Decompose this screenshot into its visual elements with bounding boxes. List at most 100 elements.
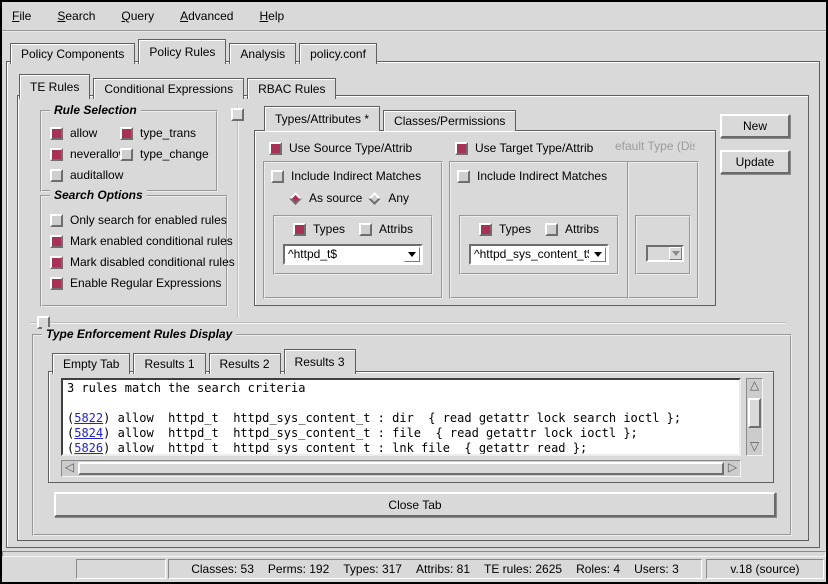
source-types-label: Types bbox=[313, 222, 345, 236]
target-combo-value[interactable]: ^httpd_sys_content_t$ bbox=[471, 246, 589, 263]
tab-conditional-expressions[interactable]: Conditional Expressions bbox=[93, 78, 244, 99]
checkbox-only-enabled-rules[interactable]: Only search for enabled rules bbox=[50, 213, 235, 227]
source-combo-value[interactable]: ^httpd_t$ bbox=[285, 246, 403, 263]
menu-advanced[interactable]: Advanced bbox=[180, 9, 233, 23]
only-enabled-checkbox-indicator[interactable] bbox=[50, 214, 63, 227]
source-types-frame: Types Attribs ^httpd_t$ bbox=[273, 215, 433, 275]
radio-any[interactable]: Any bbox=[368, 191, 409, 205]
checkbox-mark-disabled-conditional[interactable]: Mark disabled conditional rules bbox=[50, 255, 235, 269]
tab-results-2[interactable]: Results 2 bbox=[209, 353, 281, 374]
neverallow-checkbox-indicator[interactable] bbox=[50, 148, 63, 161]
dropdown-arrow-icon bbox=[408, 252, 416, 257]
dropdown-arrow-icon bbox=[594, 252, 602, 257]
use-target-checkbox-indicator[interactable] bbox=[455, 142, 468, 155]
target-attribs-checkbox-indicator[interactable] bbox=[545, 223, 558, 236]
source-types-checkbox[interactable]: Types bbox=[293, 222, 345, 236]
menu-query-mnemonic: Q bbox=[121, 9, 130, 23]
target-indirect-checkbox-indicator[interactable] bbox=[457, 170, 470, 183]
default-type-combobox-disabled bbox=[646, 245, 684, 262]
target-types-checkbox-indicator[interactable] bbox=[479, 223, 492, 236]
use-source-checkbox[interactable]: Use Source Type/Attrib bbox=[269, 139, 443, 157]
horizontal-scrollbar-thumb[interactable] bbox=[78, 462, 724, 475]
menu-bar: File Search Query Advanced Help bbox=[2, 2, 826, 32]
horizontal-sash[interactable] bbox=[30, 322, 786, 324]
vertical-sash[interactable] bbox=[237, 106, 239, 318]
source-indirect-checkbox[interactable]: Include Indirect Matches bbox=[271, 169, 441, 183]
tab-te-rules[interactable]: TE Rules bbox=[19, 74, 90, 99]
default-type-inner-frame bbox=[635, 215, 691, 275]
radio-as-source[interactable]: As source bbox=[289, 191, 362, 205]
tab-rbac-rules[interactable]: RBAC Rules bbox=[247, 78, 336, 99]
enable-regex-checkbox-indicator[interactable] bbox=[50, 277, 63, 290]
rule-line: (5822) allow httpd_t httpd_sys_content_t… bbox=[67, 411, 735, 426]
scroll-up-icon[interactable]: △ bbox=[747, 379, 762, 394]
allow-label: allow bbox=[70, 126, 97, 140]
target-combo-dropdown-button[interactable] bbox=[590, 247, 606, 262]
status-attribs: Attribs: 81 bbox=[416, 562, 470, 576]
checkbox-type-trans[interactable]: type_trans bbox=[120, 126, 196, 140]
use-target-checkbox[interactable]: Use Target Type/Attrib bbox=[455, 139, 629, 157]
te-rules-display-title: Type Enforcement Rules Display bbox=[42, 327, 236, 341]
rule-number-link[interactable]: 5822 bbox=[74, 411, 103, 425]
type-change-label: type_change bbox=[140, 147, 209, 161]
tab-analysis[interactable]: Analysis bbox=[229, 43, 296, 64]
source-indirect-checkbox-indicator[interactable] bbox=[271, 170, 284, 183]
type-trans-checkbox-indicator[interactable] bbox=[120, 127, 133, 140]
menu-search[interactable]: Search bbox=[57, 9, 95, 23]
source-combo-dropdown-button[interactable] bbox=[404, 247, 420, 262]
type-change-checkbox-indicator[interactable] bbox=[120, 148, 133, 161]
checkbox-auditallow[interactable]: auditallow bbox=[50, 168, 123, 182]
checkbox-enable-regex[interactable]: Enable Regular Expressions bbox=[50, 276, 235, 290]
scroll-left-icon[interactable]: ◁ bbox=[62, 461, 77, 476]
any-radio-indicator[interactable] bbox=[368, 192, 381, 205]
tab-classes-permissions[interactable]: Classes/Permissions bbox=[383, 110, 516, 131]
vertical-scrollbar-thumb[interactable] bbox=[748, 398, 761, 428]
results-textarea[interactable]: 3 rules match the search criteria (5822)… bbox=[61, 378, 741, 456]
checkbox-mark-enabled-conditional[interactable]: Mark enabled conditional rules bbox=[50, 234, 235, 248]
tab-types-attributes[interactable]: Types/Attributes * bbox=[264, 106, 380, 131]
horizontal-scrollbar[interactable]: ◁ ▷ bbox=[61, 460, 741, 477]
mark-disabled-checkbox-indicator[interactable] bbox=[50, 256, 63, 269]
close-tab-button[interactable]: Close Tab bbox=[54, 492, 776, 517]
default-type-panel: efault Type (Disa bbox=[627, 139, 699, 299]
menu-query[interactable]: Query bbox=[121, 9, 154, 23]
neverallow-label: neverallow bbox=[70, 147, 127, 161]
tab-policy-conf[interactable]: policy.conf bbox=[299, 43, 377, 64]
source-attribs-checkbox-indicator[interactable] bbox=[359, 223, 372, 236]
mark-enabled-checkbox-indicator[interactable] bbox=[50, 235, 63, 248]
menu-file[interactable]: File bbox=[12, 9, 31, 23]
status-te-rules: TE rules: 2625 bbox=[484, 562, 562, 576]
rule-number-link[interactable]: 5824 bbox=[74, 426, 103, 440]
target-types-checkbox[interactable]: Types bbox=[479, 222, 531, 236]
vertical-scrollbar[interactable]: △ ▽ bbox=[746, 378, 763, 456]
checkbox-type-change[interactable]: type_change bbox=[120, 147, 209, 161]
checkbox-neverallow[interactable]: neverallow bbox=[50, 147, 127, 161]
menu-help[interactable]: Help bbox=[259, 9, 284, 23]
scroll-right-icon[interactable]: ▷ bbox=[725, 461, 740, 476]
menu-help-label: elp bbox=[268, 9, 284, 23]
vertical-sash-grip[interactable] bbox=[231, 108, 244, 121]
update-button[interactable]: Update bbox=[720, 150, 790, 174]
scroll-down-icon[interactable]: ▽ bbox=[747, 440, 762, 455]
tab-results-3[interactable]: Results 3 bbox=[284, 349, 356, 374]
as-source-radio-indicator[interactable] bbox=[289, 192, 302, 205]
tab-policy-rules[interactable]: Policy Rules bbox=[138, 39, 226, 64]
new-button[interactable]: New bbox=[720, 114, 790, 138]
source-type-combobox[interactable]: ^httpd_t$ bbox=[283, 244, 423, 265]
target-type-combobox[interactable]: ^httpd_sys_content_t$ bbox=[469, 244, 609, 265]
tab-results-1[interactable]: Results 1 bbox=[133, 353, 205, 374]
target-types-label: Types bbox=[499, 222, 531, 236]
rule-number-link[interactable]: 5826 bbox=[74, 441, 103, 455]
source-attribs-checkbox[interactable]: Attribs bbox=[359, 222, 413, 236]
target-attribs-checkbox[interactable]: Attribs bbox=[545, 222, 599, 236]
target-types-frame: Types Attribs ^httpd_sys_content_t$ bbox=[459, 215, 619, 275]
checkbox-allow[interactable]: allow bbox=[50, 126, 97, 140]
auditallow-checkbox-indicator[interactable] bbox=[50, 169, 63, 182]
use-source-checkbox-indicator[interactable] bbox=[269, 142, 282, 155]
tab-empty-tab[interactable]: Empty Tab bbox=[52, 353, 130, 374]
results-blank-line bbox=[67, 396, 735, 411]
allow-checkbox-indicator[interactable] bbox=[50, 127, 63, 140]
tab-policy-components[interactable]: Policy Components bbox=[10, 43, 135, 64]
source-types-checkbox-indicator[interactable] bbox=[293, 223, 306, 236]
target-indirect-checkbox[interactable]: Include Indirect Matches bbox=[457, 169, 627, 183]
